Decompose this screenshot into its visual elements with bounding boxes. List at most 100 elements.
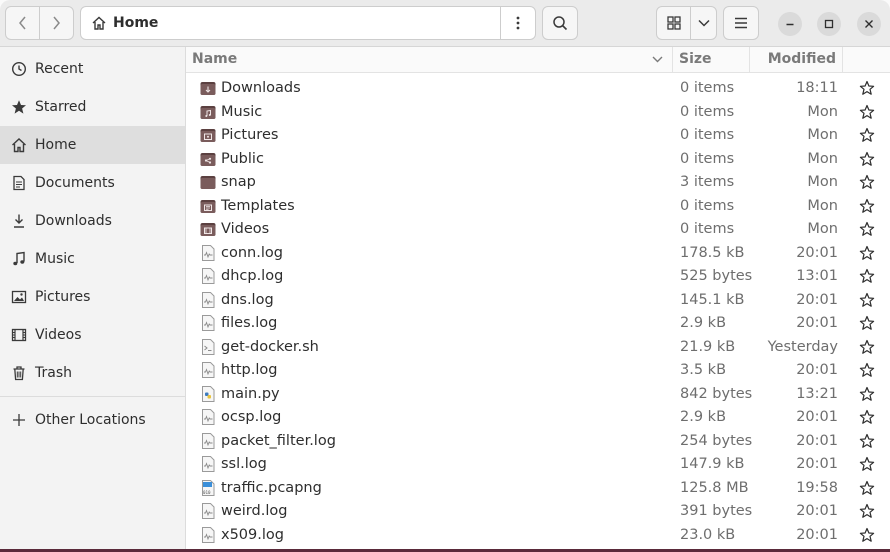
table-row[interactable]: main.py 842 bytes 13:21 [186, 383, 890, 406]
sidebar: Recent Starred Home Documents Downloads … [0, 47, 186, 552]
sidebar-item-label: Starred [35, 99, 87, 115]
view-options-button[interactable] [691, 7, 716, 39]
table-row[interactable]: Downloads 0 items 18:11 [186, 77, 890, 100]
close-button[interactable] [857, 12, 881, 36]
sidebar-item-recent[interactable]: Recent [0, 50, 185, 88]
log-file-icon [200, 432, 216, 449]
file-name: Music [221, 103, 263, 120]
current-location-label: Home [113, 15, 159, 31]
table-row[interactable]: packet_filter.log 254 bytes 20:01 [186, 430, 890, 453]
file-name: main.py [221, 385, 280, 402]
main-menu-button[interactable] [723, 6, 759, 40]
file-size: 391 bytes [680, 503, 753, 519]
sidebar-item-starred[interactable]: Starred [0, 88, 185, 126]
file-modified: Mon [807, 197, 838, 214]
table-row[interactable]: snap 3 items Mon [186, 171, 890, 194]
star-toggle-icon[interactable] [859, 362, 875, 378]
table-row[interactable]: ocsp.log 2.9 kB 20:01 [186, 406, 890, 429]
svg-text:010: 010 [203, 490, 211, 495]
star-toggle-icon[interactable] [859, 480, 875, 496]
sidebar-item-pictures[interactable]: Pictures [0, 278, 185, 316]
file-size: 125.8 MB [680, 479, 749, 496]
folder-icon [200, 174, 216, 190]
table-row[interactable]: conn.log 178.5 kB 20:01 [186, 242, 890, 265]
star-toggle-icon[interactable] [859, 245, 875, 261]
sidebar-item-home[interactable]: Home [0, 126, 185, 164]
back-button[interactable] [6, 7, 39, 39]
file-size: 254 bytes [680, 432, 753, 449]
star-toggle-icon[interactable] [859, 221, 875, 237]
file-name: Templates [221, 197, 295, 214]
star-toggle-icon[interactable] [859, 104, 875, 120]
file-size: 2.9 kB [680, 409, 727, 425]
binary-file-icon: 010 [200, 479, 216, 496]
trash-icon [11, 365, 27, 381]
table-row[interactable]: Pictures 0 items Mon [186, 124, 890, 147]
path-menu-button[interactable] [500, 7, 535, 39]
document-icon [11, 175, 27, 191]
star-toggle-icon[interactable] [859, 80, 875, 96]
sidebar-item-music[interactable]: Music [0, 240, 185, 278]
table-row[interactable]: Templates 0 items Mon [186, 195, 890, 218]
star-toggle-icon[interactable] [859, 527, 875, 543]
table-row[interactable]: files.log 2.9 kB 20:01 [186, 312, 890, 335]
star-toggle-icon[interactable] [859, 503, 875, 519]
minimize-button[interactable] [778, 12, 802, 36]
table-row[interactable]: 010 traffic.pcapng 125.8 MB 19:58 [186, 477, 890, 500]
file-name: Downloads [221, 80, 301, 96]
column-header-name[interactable]: Name [192, 47, 672, 72]
table-row[interactable]: http.log 3.5 kB 20:01 [186, 359, 890, 382]
file-modified: Mon [807, 174, 838, 190]
maximize-icon [824, 19, 834, 29]
star-toggle-icon[interactable] [859, 151, 875, 167]
star-toggle-icon[interactable] [859, 315, 875, 331]
forward-button[interactable] [40, 7, 73, 39]
breadcrumb-home[interactable]: Home [81, 7, 500, 39]
star-toggle-icon[interactable] [859, 268, 875, 284]
file-size: 145.1 kB [680, 291, 745, 308]
table-row[interactable]: x509.log 23.0 kB 20:01 [186, 524, 890, 547]
file-modified: 20:01 [796, 315, 838, 331]
sidebar-item-label: Recent [35, 61, 84, 77]
star-toggle-icon[interactable] [859, 174, 875, 190]
search-button[interactable] [542, 6, 578, 40]
table-row[interactable]: get-docker.sh 21.9 kB Yesterday [186, 336, 890, 359]
file-size: 147.9 kB [680, 456, 745, 472]
maximize-button[interactable] [817, 12, 841, 36]
star-toggle-icon[interactable] [859, 386, 875, 402]
file-size: 0 items [680, 221, 735, 237]
table-row[interactable]: Music 0 items Mon [186, 101, 890, 124]
star-toggle-icon[interactable] [859, 292, 875, 308]
sidebar-item-other-locations[interactable]: Other Locations [0, 401, 185, 439]
table-row[interactable]: ssl.log 147.9 kB 20:01 [186, 453, 890, 476]
file-size: 0 items [680, 197, 735, 214]
table-row[interactable]: dhcp.log 525 bytes 13:01 [186, 265, 890, 288]
video-icon [11, 327, 27, 343]
sidebar-item-documents[interactable]: Documents [0, 164, 185, 202]
path-bar[interactable]: Home [80, 6, 536, 40]
sidebar-item-trash[interactable]: Trash [0, 354, 185, 392]
column-header-size[interactable]: Size [679, 47, 749, 72]
table-row[interactable]: Public 0 items Mon [186, 148, 890, 171]
sidebar-item-label: Documents [35, 175, 115, 191]
star-toggle-icon[interactable] [859, 433, 875, 449]
table-row[interactable]: weird.log 391 bytes 20:01 [186, 500, 890, 523]
log-file-icon [200, 526, 216, 543]
star-toggle-icon[interactable] [859, 127, 875, 143]
log-file-icon [200, 409, 216, 425]
file-name: ssl.log [221, 456, 267, 472]
star-toggle-icon[interactable] [859, 409, 875, 425]
sidebar-item-downloads[interactable]: Downloads [0, 202, 185, 240]
column-header-modified[interactable]: Modified [750, 47, 836, 72]
file-name: Pictures [221, 127, 279, 143]
file-modified: 13:01 [796, 268, 838, 284]
minimize-icon [786, 23, 794, 26]
table-row[interactable]: dns.log 145.1 kB 20:01 [186, 289, 890, 312]
table-row[interactable]: Videos 0 items Mon [186, 218, 890, 241]
star-toggle-icon[interactable] [859, 456, 875, 472]
view-grid-button[interactable] [657, 7, 692, 39]
star-toggle-icon[interactable] [859, 198, 875, 214]
sidebar-item-videos[interactable]: Videos [0, 316, 185, 354]
file-modified: 20:01 [796, 456, 838, 472]
star-toggle-icon[interactable] [859, 339, 875, 355]
